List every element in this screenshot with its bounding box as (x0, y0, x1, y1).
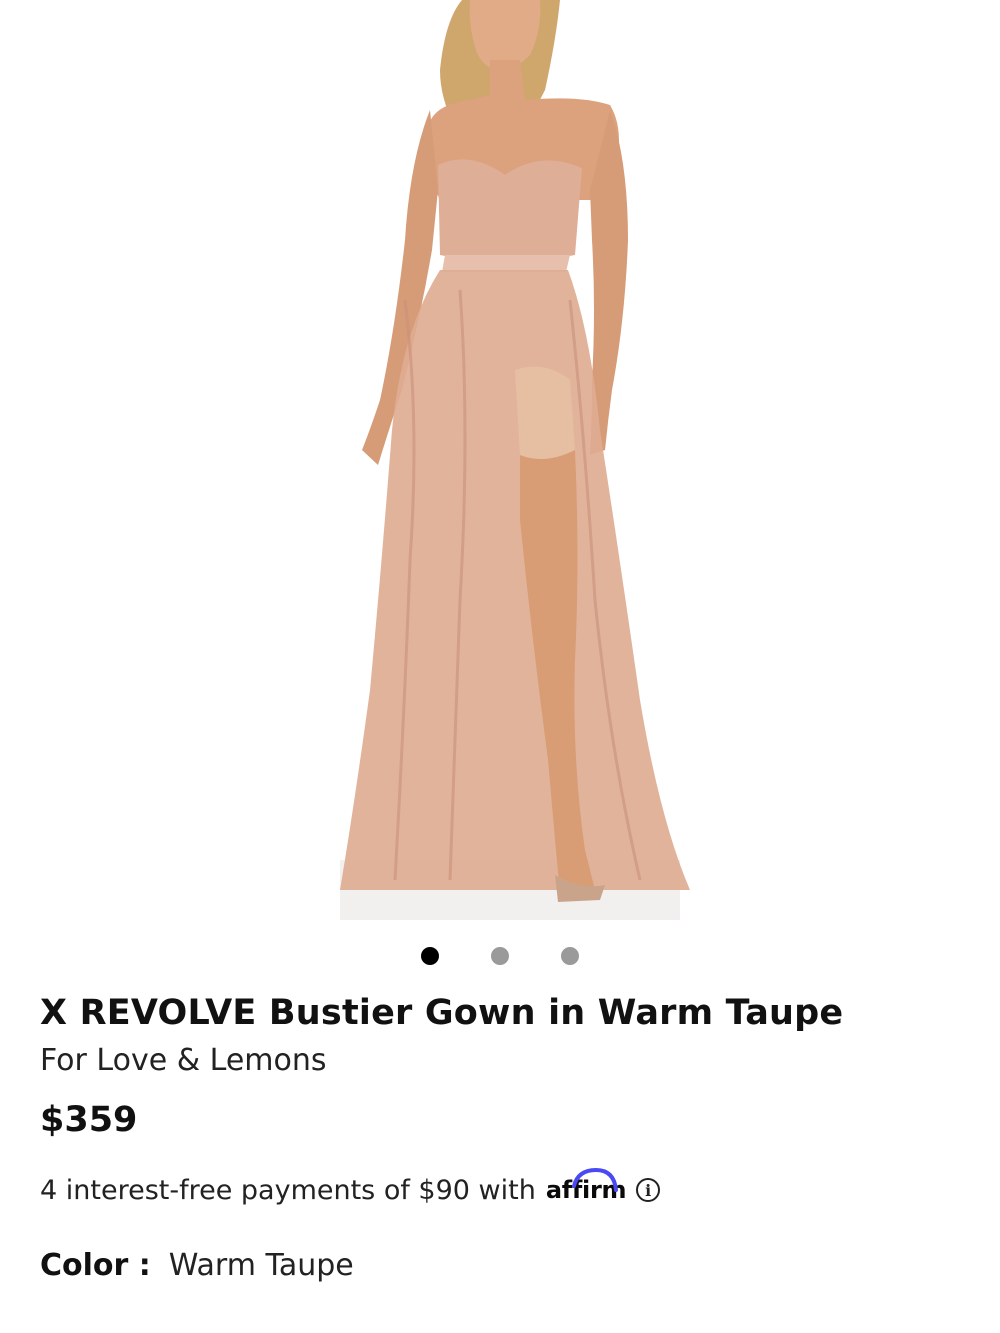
affirm-logo: affirm (546, 1167, 628, 1204)
financing-line: 4 interest-free payments of $90 with aff… (40, 1167, 661, 1208)
product-price: $359 (40, 1100, 138, 1140)
carousel-dot-1[interactable] (421, 947, 439, 965)
affirm-arc-icon (571, 1167, 618, 1192)
carousel-dot-3[interactable] (561, 947, 579, 965)
financing-text: 4 interest-free payments of $90 with (40, 1174, 536, 1206)
info-circle-icon[interactable]: i (636, 1178, 661, 1202)
color-value: Warm Taupe (168, 1248, 354, 1283)
brand-link[interactable]: For Love & Lemons (40, 1043, 327, 1078)
product-title: X REVOLVE Bustier Gown in Warm Taupe (40, 993, 844, 1033)
carousel-dot-2[interactable] (491, 947, 509, 965)
product-image[interactable] (0, 0, 1000, 930)
product-image-gallery[interactable] (0, 0, 1000, 930)
color-selector: Color : Warm Taupe (40, 1248, 354, 1283)
color-label: Color : (40, 1248, 151, 1283)
carousel-indicators (0, 947, 1000, 967)
